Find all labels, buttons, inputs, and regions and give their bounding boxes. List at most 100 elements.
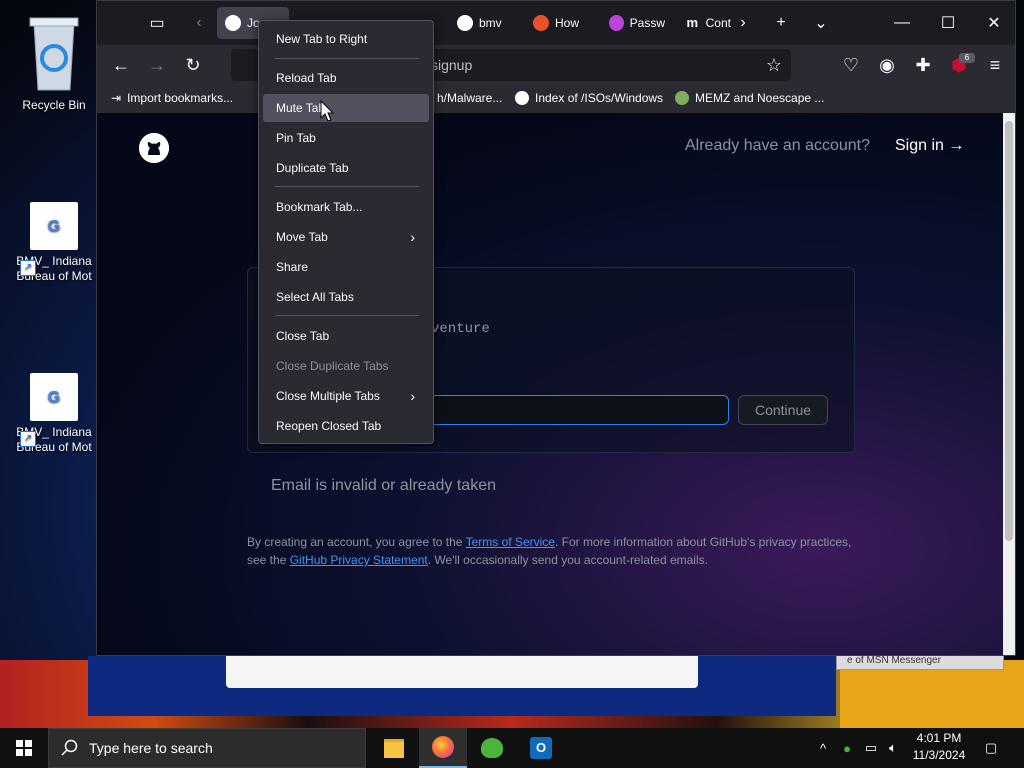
tab-how[interactable]: How (525, 7, 595, 39)
notifications-icon[interactable]: ▢ (980, 728, 1002, 768)
bookmarks-toolbar: ⇥ Import bookmarks... h/Malware... Index… (97, 85, 1015, 113)
menu-item-reopen-closed-tab[interactable]: Reopen Closed Tab (263, 412, 429, 440)
email-error-message: Email is invalid or already taken (271, 477, 496, 494)
maximize-icon[interactable]: ☐ (925, 1, 971, 45)
bookmark-star-icon[interactable]: ☆ (760, 51, 788, 79)
m-icon: m (685, 15, 700, 31)
windows-logo-icon (16, 740, 32, 756)
reload-icon[interactable]: ↻ (179, 51, 207, 79)
import-icon: ⇥ (111, 91, 122, 105)
menu-icon[interactable]: ≡ (981, 51, 1009, 79)
desktop-icon-label: Recycle Bin (22, 98, 86, 112)
menu-item-close-duplicate-tabs: Close Duplicate Tabs (276, 359, 389, 373)
menu-separator (275, 186, 419, 187)
menu-item-close-multiple-tabs[interactable]: Close Multiple Tabs › (263, 382, 429, 410)
mouse-cursor-icon (320, 100, 334, 122)
background-window-panel (226, 656, 698, 688)
start-button[interactable] (0, 728, 48, 768)
new-tab-plus-icon[interactable]: + (767, 9, 795, 37)
msn-tray-icon[interactable]: ● (836, 728, 858, 768)
terms-of-service-link[interactable]: Terms of Service (466, 535, 555, 549)
privacy-statement-link[interactable]: GitHub Privacy Statement (290, 553, 428, 567)
chevron-right-icon: › (410, 388, 415, 404)
github-logo-icon[interactable] (139, 133, 169, 163)
bookmark-import[interactable]: ⇥ Import bookmarks... (111, 91, 233, 105)
scroll-tabs-right-icon[interactable]: › (729, 9, 757, 37)
menu-separator (275, 315, 419, 316)
file-explorer-button[interactable] (370, 728, 418, 768)
extensions-icon[interactable]: ✚ (909, 51, 937, 79)
shortcut-arrow-icon: ↗ (20, 431, 36, 447)
page-scrollbar[interactable] (1003, 113, 1015, 655)
bookmark-isos-windows[interactable]: Index of /ISOs/Windows (515, 91, 663, 105)
shortcut-arrow-icon: ↗ (20, 260, 36, 276)
close-window-icon[interactable]: ✕ (971, 1, 1017, 45)
list-all-tabs-icon[interactable]: ⌄ (807, 9, 835, 37)
menu-item-pin-tab[interactable]: Pin Tab (263, 124, 429, 152)
menu-item-new-tab-right[interactable]: New Tab to Right (263, 25, 429, 53)
tab-label: Passw (629, 16, 665, 30)
menu-item-reload-tab[interactable]: Reload Tab (263, 64, 429, 92)
firefox-icon (432, 736, 454, 758)
bookmark-malware[interactable]: h/Malware... (437, 91, 502, 105)
forward-icon[interactable]: → (143, 51, 171, 79)
tab-label: bmv (479, 16, 502, 30)
tab-bmv[interactable]: bmv (449, 7, 519, 39)
search-placeholder: Type here to search (89, 740, 213, 756)
desktop-icon-bmv-1[interactable]: G ↗ BMV_ Indiana Bureau of Mot (10, 202, 98, 284)
account-icon[interactable]: ◉ (873, 51, 901, 79)
back-icon[interactable]: ← (107, 51, 135, 79)
nav-toolbar: ← → ↻ signup ☆ ♡ ◉ ✚ ⬢ 6 ≡ (97, 45, 1015, 85)
menu-separator (275, 58, 419, 59)
chevron-right-icon: › (410, 229, 415, 245)
menu-item-share[interactable]: Share (263, 253, 429, 281)
github-icon (225, 15, 241, 31)
folder-icon (384, 738, 404, 758)
scroll-tabs-left-icon[interactable]: ‹ (185, 9, 213, 37)
bookmark-memz[interactable]: MEMZ and Noescape ... (675, 91, 824, 105)
tab-strip: ▭ ‹ Jo bmv How Passw m Cont › + ⌄ — ☐ ✕ (97, 1, 1015, 45)
firefox-window: ▭ ‹ Jo bmv How Passw m Cont › + ⌄ — ☐ ✕ … (96, 0, 1016, 656)
tab-context-menu: New Tab to Right Reload Tab Mute Tab Pin… (258, 20, 434, 444)
tab-passwords[interactable]: Passw (601, 7, 673, 39)
taskbar-clock[interactable]: 4:01 PM 11/3/2024 (900, 730, 978, 766)
firefox-icon (609, 15, 624, 31)
tab-label: Cont (705, 16, 731, 30)
wallpaper-character (840, 660, 1024, 728)
firefox-view-icon[interactable]: ▭ (143, 9, 171, 37)
clock-date: 11/3/2024 (912, 748, 966, 762)
google-icon (515, 91, 529, 105)
recycle-bin-icon (29, 17, 79, 91)
clock-time: 4:01 PM (916, 731, 962, 745)
have-account-text: Already have an account? (685, 137, 871, 154)
desktop-icon-bmv-2[interactable]: G ↗ BMV_ Indiana Bureau of Mot (10, 373, 98, 455)
pocket-icon[interactable]: ♡ (837, 51, 865, 79)
google-icon: G (30, 373, 78, 421)
github-signup-page: Already have an account? Sign in → ventu… (97, 113, 1003, 655)
menu-item-move-tab[interactable]: Move Tab › (263, 223, 429, 251)
menu-item-bookmark-tab[interactable]: Bookmark Tab... (263, 193, 429, 221)
sign-in-link[interactable]: Sign in → (895, 137, 964, 155)
email-input[interactable] (427, 395, 729, 425)
menu-item-close-tab[interactable]: Close Tab (263, 322, 429, 350)
msn-buddies-icon (481, 738, 503, 758)
taskbar-search-box[interactable]: Type here to search (48, 728, 366, 768)
desktop-icon-recycle-bin[interactable]: Recycle Bin (10, 10, 98, 113)
menu-item-select-all-tabs[interactable]: Select All Tabs (263, 283, 429, 311)
legal-text: By creating an account, you agree to the… (247, 535, 852, 567)
network-icon[interactable]: ▭ (860, 728, 882, 768)
outlook-taskbar-button[interactable]: O (517, 728, 565, 768)
tab-label: How (555, 16, 580, 30)
scrollbar-thumb[interactable] (1005, 121, 1013, 541)
continue-button[interactable]: Continue (738, 395, 828, 425)
menu-item-duplicate-tab[interactable]: Duplicate Tab (263, 154, 429, 182)
minimize-icon[interactable]: — (879, 1, 925, 45)
google-icon (457, 15, 473, 31)
extension-badge: 6 (959, 53, 975, 63)
messenger-taskbar-button[interactable] (468, 728, 516, 768)
search-icon (61, 739, 78, 756)
show-hidden-icons-chevron-icon[interactable]: ^ (812, 728, 834, 768)
menu-item-mute-tab[interactable]: Mute Tab (263, 94, 429, 122)
firefox-taskbar-button[interactable] (419, 728, 467, 768)
site-icon (675, 91, 689, 105)
